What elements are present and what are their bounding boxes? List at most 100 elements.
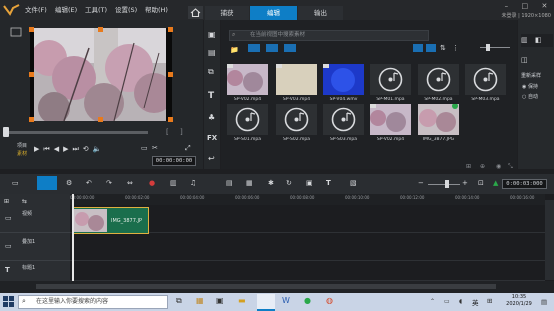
instant-project-icon[interactable]: ▤	[208, 48, 216, 57]
fit-project-icon[interactable]: ⊡	[478, 179, 484, 187]
zoom-slider[interactable]	[428, 184, 460, 185]
windows-start-icon[interactable]	[3, 296, 14, 307]
thumb-size-knob[interactable]	[486, 44, 490, 51]
task-view-icon[interactable]: ⧉	[176, 296, 182, 306]
grid-view-icon[interactable]	[426, 44, 436, 52]
resize-handle[interactable]	[29, 117, 34, 122]
sort-icon[interactable]: ⇅	[440, 44, 446, 52]
text-icon[interactable]: T	[326, 179, 331, 187]
track-manager-icon[interactable]: ⚙	[66, 179, 72, 187]
fullscreen-icon[interactable]: ⤢	[185, 144, 191, 153]
tab-edit[interactable]: 编辑	[250, 6, 297, 20]
word-icon[interactable]: W	[282, 296, 290, 305]
vertical-scrollbar[interactable]	[545, 200, 554, 280]
timeline-view-button[interactable]	[37, 176, 57, 190]
track-header-overlay[interactable]: ▭ 叠加1	[0, 234, 70, 261]
subtitle-icon[interactable]: ▤	[226, 179, 233, 187]
taskbar-search-input[interactable]: 在这里输入你要搜索的内容	[18, 295, 168, 309]
browse-icon[interactable]: ⊞	[466, 163, 471, 170]
repeat-icon[interactable]: ⟲	[83, 145, 89, 153]
timeline-timecode[interactable]: 0:00:03:000	[502, 179, 547, 189]
storyboard-view-icon[interactable]: ▭	[12, 179, 19, 187]
go-start-icon[interactable]: ⏮	[43, 145, 49, 154]
resize-handle[interactable]	[168, 27, 173, 32]
redo-icon[interactable]: ↷	[106, 179, 112, 187]
maximize-button[interactable]: □	[521, 1, 528, 11]
capture-icon[interactable]: ◉	[496, 163, 501, 170]
tab-capture[interactable]: 捕获	[205, 6, 249, 20]
panel-tab-icon[interactable]: ▥	[521, 36, 528, 44]
media-category-icon[interactable]: ▣	[208, 30, 216, 39]
overlay-track-row[interactable]	[70, 234, 545, 261]
fit-icon[interactable]: ⇔	[127, 179, 133, 187]
resize-handle[interactable]	[168, 72, 173, 77]
media-item[interactable]: SP-S01.mpa	[227, 104, 268, 144]
media-item[interactable]: SP-V04.wmv	[323, 64, 364, 104]
resize-handle[interactable]	[29, 27, 34, 32]
path-icon[interactable]: ↩	[208, 154, 215, 163]
timecode-display[interactable]: 00:00:00:00	[152, 156, 196, 166]
mark-in-icon[interactable]: [	[166, 128, 169, 136]
zoom-in-icon[interactable]: +	[462, 179, 468, 187]
scrollbar-thumb[interactable]	[36, 284, 496, 289]
media-item[interactable]: SP-V02.mp4	[370, 104, 411, 144]
media-item[interactable]: SP-S02.mpa	[276, 104, 317, 144]
mark-out-icon[interactable]: ]	[180, 128, 183, 136]
next-frame-icon[interactable]: ▶	[63, 145, 68, 153]
media-item[interactable]: SP-V02.mp4	[227, 64, 268, 104]
resample-option-auto[interactable]: ○ 自动	[522, 93, 538, 100]
home-button[interactable]	[188, 6, 203, 19]
playhead[interactable]	[72, 194, 74, 281]
media-item[interactable]: SP-V03.mp4	[276, 64, 317, 104]
zoom-knob[interactable]	[445, 180, 449, 188]
list-view-icon[interactable]	[413, 44, 423, 52]
transition-icon[interactable]: ⧉	[208, 67, 214, 77]
scrubber-track[interactable]	[5, 131, 148, 134]
stop-motion-icon[interactable]: ▧	[350, 179, 357, 187]
media-item[interactable]: IMG_3877.JPG	[418, 104, 459, 144]
prev-frame-icon[interactable]: ◀	[54, 145, 59, 153]
thumb-size-slider[interactable]	[480, 47, 510, 48]
store-icon[interactable]: ▣	[216, 296, 224, 305]
folder-app-icon[interactable]: ▬	[238, 296, 246, 305]
network-icon[interactable]: ▭	[444, 298, 450, 305]
panel-tab-icon[interactable]: ◧	[535, 36, 542, 44]
notification-icon[interactable]: ▤	[541, 298, 547, 306]
fx-icon[interactable]: FX	[207, 134, 217, 142]
taskbar-clock[interactable]: 10:35 2020/1/29	[503, 294, 535, 308]
minimize-button[interactable]: –	[505, 1, 509, 11]
resize-handle[interactable]	[29, 72, 34, 77]
split-icon[interactable]: ✂	[152, 144, 158, 152]
media-item[interactable]: SP-S03.mpa	[323, 104, 364, 144]
mask-icon[interactable]: ▣	[306, 179, 313, 187]
resize-handle[interactable]	[168, 117, 173, 122]
video-filter-icon[interactable]	[248, 44, 260, 52]
zoom-out-icon[interactable]: −	[418, 179, 424, 187]
go-end-icon[interactable]: ⏭	[72, 145, 78, 154]
library-search-input[interactable]: 在当前视图中搜索素材	[229, 30, 429, 41]
horizontal-scrollbar[interactable]	[0, 281, 554, 293]
wechat-icon[interactable]: ●	[304, 296, 311, 305]
crop-icon[interactable]	[10, 27, 22, 37]
input-method[interactable]: 英	[472, 297, 479, 307]
auto-music-icon[interactable]: ♫	[190, 179, 196, 187]
multicam-icon[interactable]: ▦	[246, 179, 253, 187]
media-item[interactable]: SP-M01.mpa	[370, 64, 411, 104]
track-header-video[interactable]: ▭ 视频	[0, 206, 70, 233]
video-studio-taskbar-icon[interactable]	[257, 294, 275, 311]
expand-icon[interactable]: ⤡	[508, 163, 513, 171]
resample-option-keep[interactable]: ◉ 保持	[522, 83, 538, 90]
media-item[interactable]: SP-M02.mpa	[418, 64, 459, 104]
record-icon[interactable]: ●	[149, 179, 155, 187]
menu-tools[interactable]: 工具(T)	[85, 4, 115, 16]
volume-tray-icon[interactable]: ◖	[459, 298, 462, 305]
title-track-row[interactable]	[70, 262, 545, 281]
options-icon[interactable]: ⋮	[452, 44, 459, 52]
ripple-edit-icon[interactable]: ⇆	[22, 198, 27, 205]
ime-grid-icon[interactable]: ⊞	[487, 297, 492, 305]
media-item[interactable]: SP-M03.mpa	[465, 64, 506, 104]
photo-filter-icon[interactable]	[266, 44, 278, 52]
audio-mixer-icon[interactable]: ▥	[170, 179, 177, 187]
close-button[interactable]: ✕	[541, 1, 547, 11]
pan-zoom-icon[interactable]: ↻	[286, 179, 292, 187]
